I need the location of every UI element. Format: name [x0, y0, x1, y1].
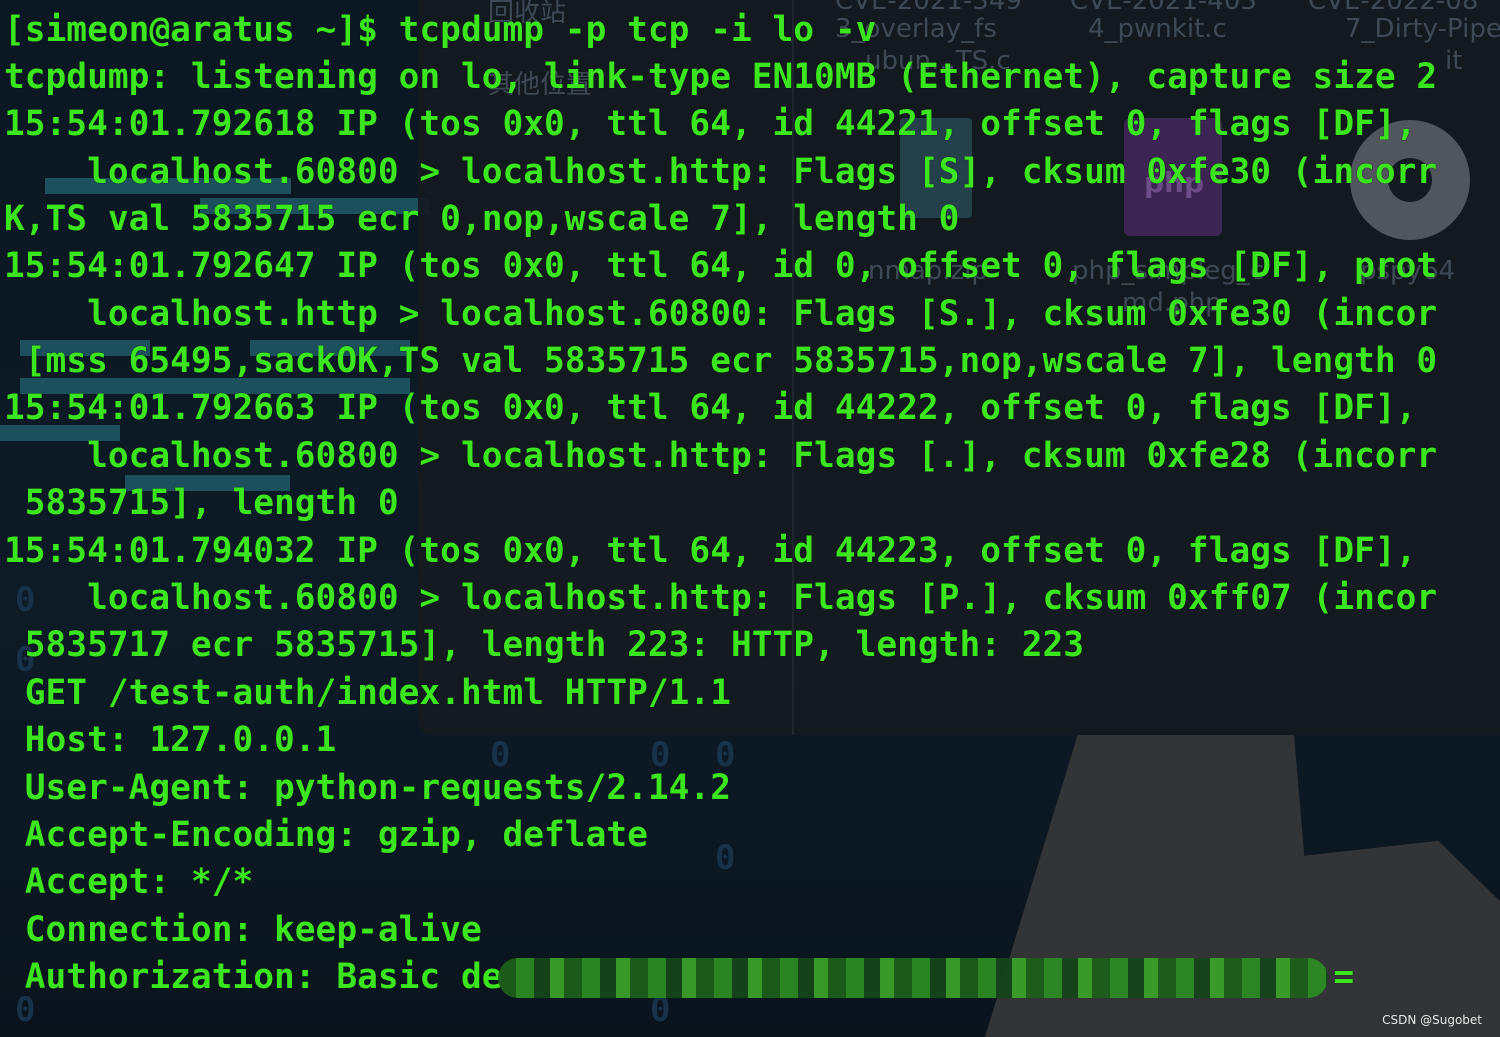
terminal-line: [mss 65495,sackOK,TS val 5835715 ecr 583…: [4, 341, 1438, 381]
terminal-line: 15:54:01.792663 IP (tos 0x0, ttl 64, id …: [4, 388, 1417, 428]
terminal-line: localhost.60800 > localhost.http: Flags …: [4, 152, 1438, 192]
terminal-line: User-Agent: python-requests/2.14.2: [4, 768, 731, 808]
redaction-blur: [498, 958, 1328, 998]
terminal-line: Host: 127.0.0.1: [4, 720, 337, 760]
terminal-line: Accept-Encoding: gzip, deflate: [4, 815, 648, 855]
terminal-line: Connection: keep-alive: [4, 910, 482, 950]
terminal-line: 5835717 ecr 5835715], length 223: HTTP, …: [4, 625, 1085, 665]
terminal-line: 15:54:01.794032 IP (tos 0x0, ttl 64, id …: [4, 531, 1417, 571]
terminal-line: localhost.http > localhost.60800: Flags …: [4, 294, 1438, 334]
terminal-line: 15:54:01.792647 IP (tos 0x0, ttl 64, id …: [4, 246, 1438, 286]
watermark: CSDN @Sugobet: [1382, 1013, 1482, 1027]
terminal-line: localhost.60800 > localhost.http: Flags …: [4, 578, 1438, 618]
terminal-line: localhost.60800 > localhost.http: Flags …: [4, 436, 1438, 476]
terminal-line: 5835715], length 0: [4, 483, 399, 523]
terminal-line: K,TS val 5835715 ecr 0,nop,wscale 7], le…: [4, 199, 960, 239]
terminal-line: [simeon@aratus ~]$ tcpdump -p tcp -i lo …: [4, 10, 877, 50]
terminal-output[interactable]: [simeon@aratus ~]$ tcpdump -p tcp -i lo …: [0, 0, 1500, 1037]
terminal-line: Accept: */*: [4, 862, 254, 902]
terminal-line: 15:54:01.792618 IP (tos 0x0, ttl 64, id …: [4, 104, 1417, 144]
terminal-line: GET /test-auth/index.html HTTP/1.1: [4, 673, 731, 713]
terminal-line: tcpdump: listening on lo, link-type EN10…: [4, 57, 1438, 97]
